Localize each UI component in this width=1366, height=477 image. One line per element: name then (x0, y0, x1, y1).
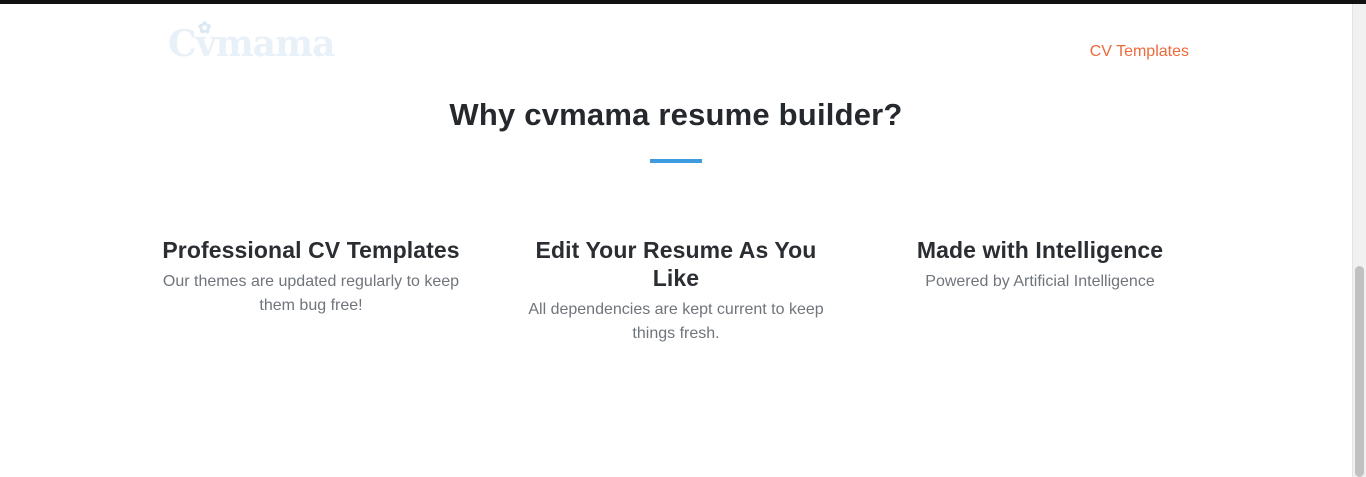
feature-title: Edit Your Resume As You Like (535, 237, 817, 291)
feature-edit-resume: Edit Your Resume As You Like All depende… (521, 236, 831, 346)
feature-description: Our themes are updated regularly to keep… (162, 273, 460, 314)
logo-text: Cvmama (168, 23, 335, 65)
feature-description: Powered by Artificial Intelligence (925, 273, 1155, 290)
cvmama-logo[interactable]: ✿ Cvmama (168, 20, 335, 65)
feature-description: All dependencies are kept current to kee… (528, 301, 824, 342)
flower-icon: ✿ (198, 18, 211, 37)
section-title: Why cvmama resume builder? (449, 97, 903, 132)
feature-intelligence: Made with Intelligence Powered by Artifi… (885, 236, 1195, 294)
title-underline-divider (650, 159, 702, 163)
nav-link-cv-templates[interactable]: CV Templates (1090, 43, 1189, 61)
navbar: ✿ Cvmama CV Templates (0, 4, 1352, 84)
feature-title: Professional CV Templates (162, 237, 460, 263)
scrollbar-thumb[interactable] (1355, 266, 1364, 477)
feature-title: Made with Intelligence (916, 237, 1164, 263)
vertical-scrollbar[interactable] (1352, 4, 1366, 477)
feature-professional-templates: Professional CV Templates Our themes are… (156, 236, 466, 318)
